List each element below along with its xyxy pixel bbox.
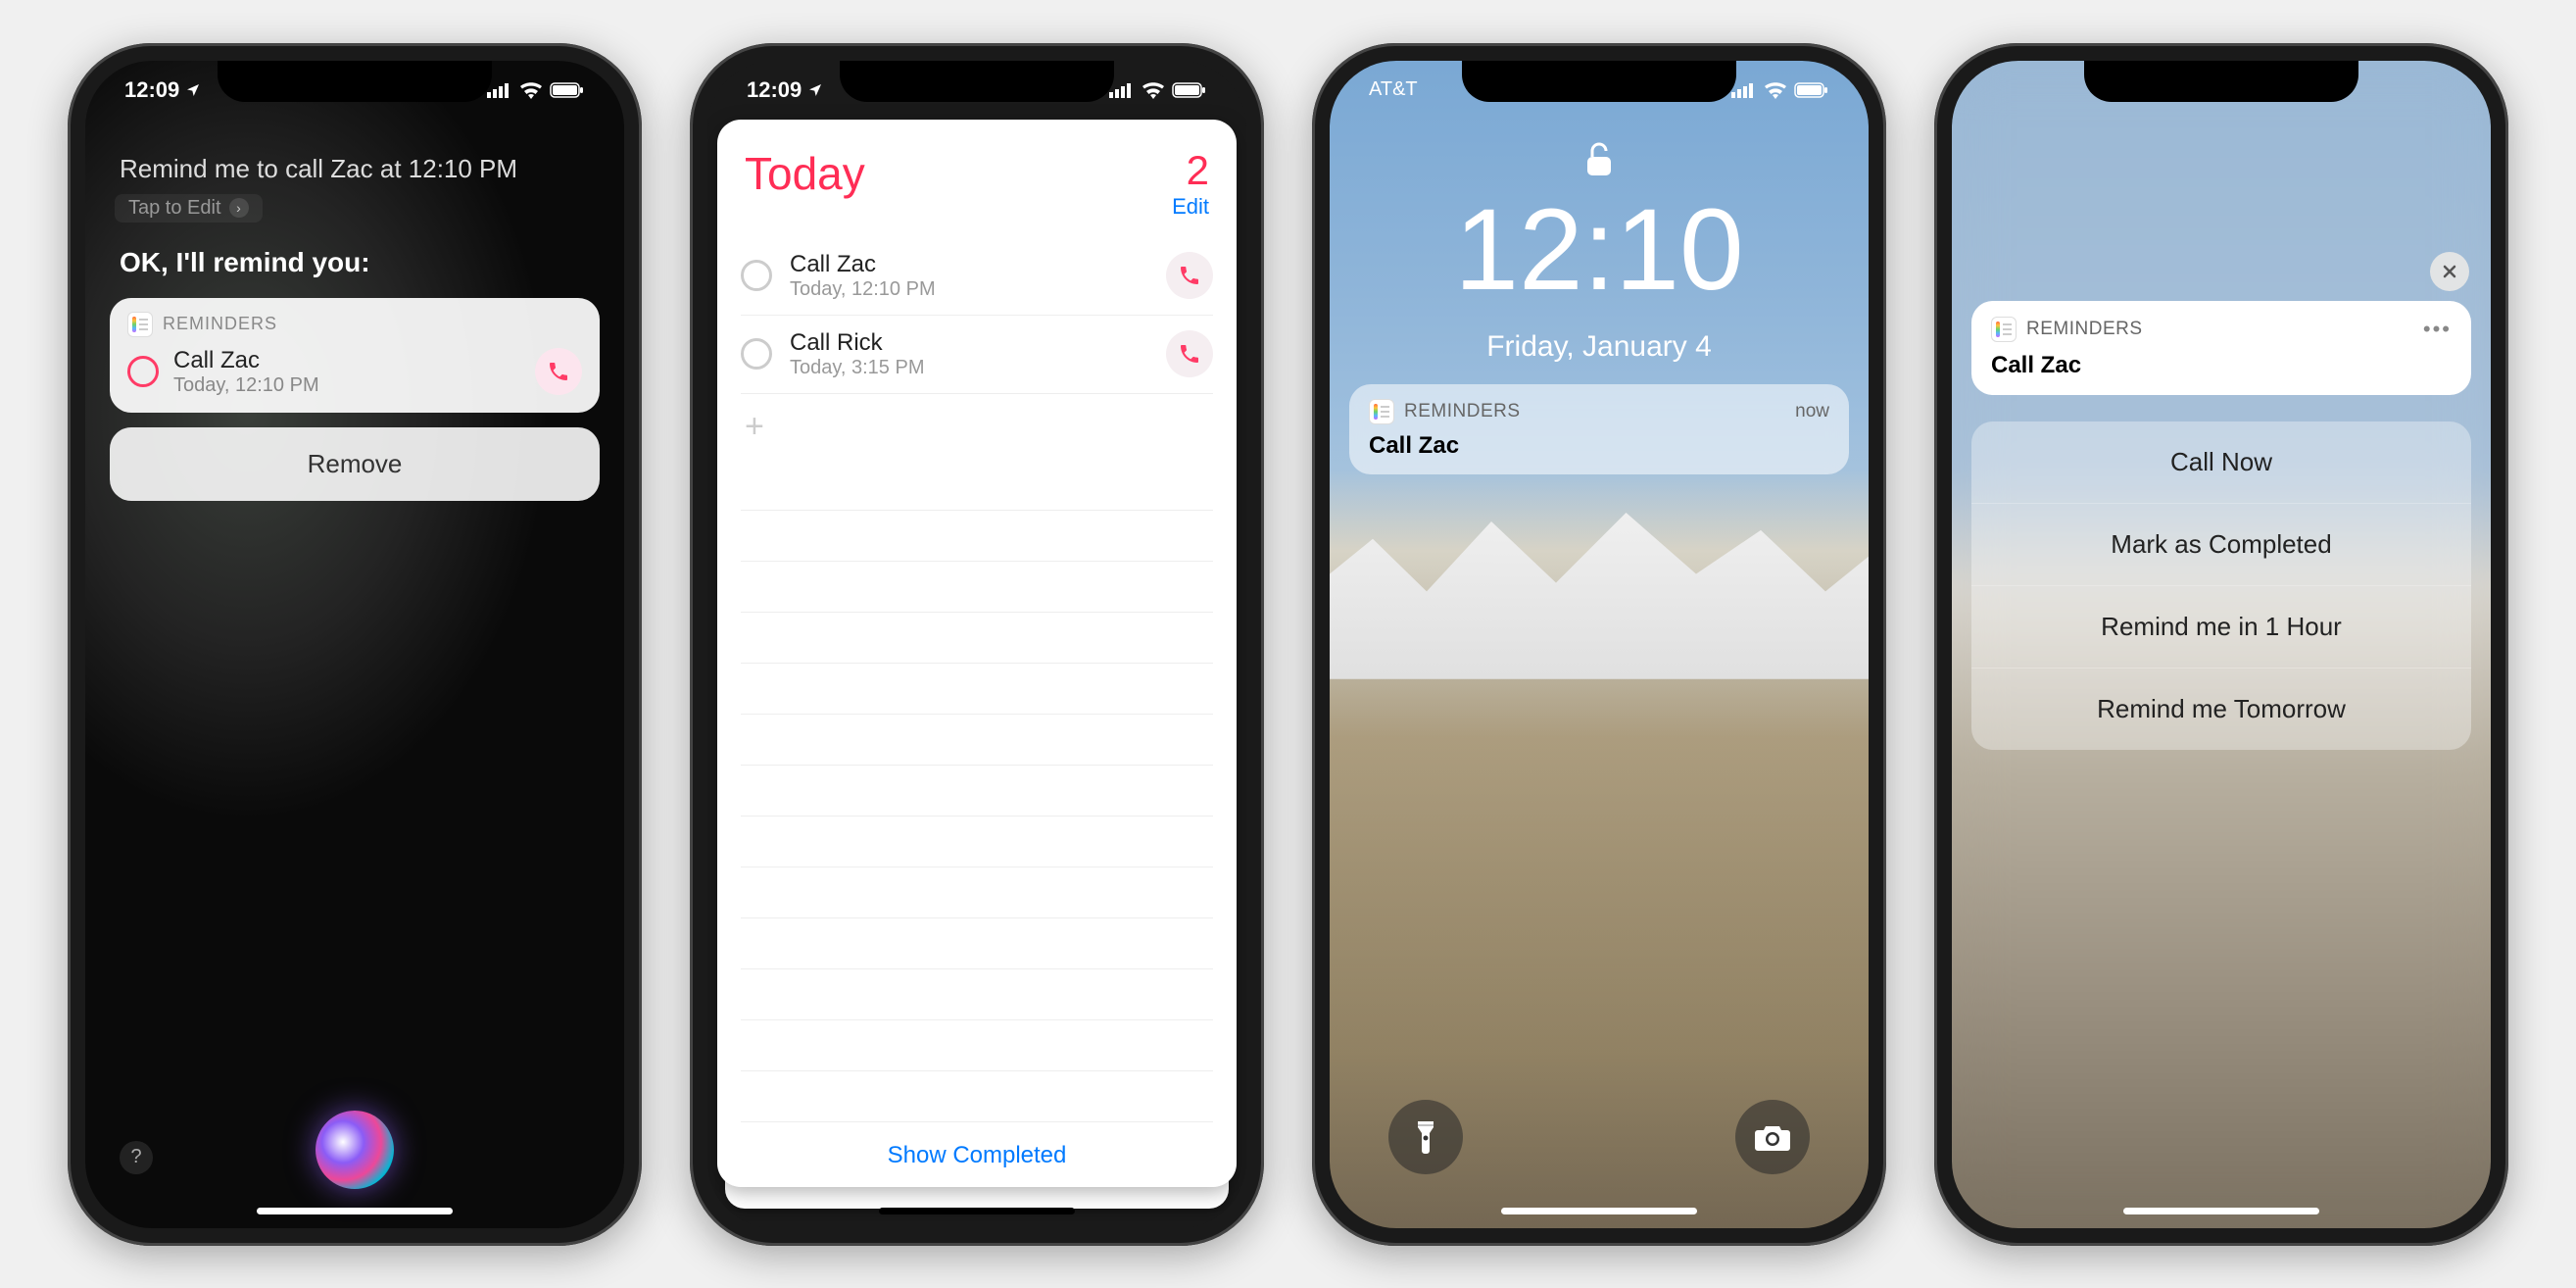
reminder-subtitle: Today, 12:10 PM xyxy=(173,374,520,397)
home-indicator[interactable] xyxy=(1501,1208,1697,1214)
reminder-item-title: Call Zac xyxy=(790,251,1148,278)
home-indicator[interactable] xyxy=(879,1208,1075,1214)
remove-button[interactable]: Remove xyxy=(110,427,600,501)
reminders-app-icon xyxy=(127,312,153,337)
list-title: Today xyxy=(745,147,865,220)
action-call-now[interactable]: Call Now xyxy=(1971,421,2471,504)
action-mark-completed[interactable]: Mark as Completed xyxy=(1971,504,2471,586)
chevron-right-icon: › xyxy=(229,198,249,218)
unlock-icon xyxy=(1584,139,1614,178)
edit-button[interactable]: Edit xyxy=(1172,194,1209,220)
notch xyxy=(840,61,1114,102)
home-indicator[interactable] xyxy=(2123,1208,2319,1214)
notch xyxy=(1462,61,1736,102)
notch xyxy=(218,61,492,102)
action-remind-1-hour[interactable]: Remind me in 1 Hour xyxy=(1971,586,2471,669)
reminder-card[interactable]: REMINDERS Call Zac Today, 12:10 PM xyxy=(110,298,600,413)
wallpaper-mountains xyxy=(1330,504,1869,679)
add-reminder-button[interactable]: + xyxy=(741,394,1213,460)
wifi-icon xyxy=(519,81,543,99)
more-button[interactable]: ••• xyxy=(2423,317,2452,342)
notification-app-label: REMINDERS xyxy=(1404,401,1521,422)
reminder-item-sub: Today, 12:10 PM xyxy=(790,278,1148,301)
notification-title: Call Zac xyxy=(1991,352,2452,379)
tap-to-edit-button[interactable]: Tap to Edit › xyxy=(115,194,263,223)
phone-notification-actions: REMINDERS ••• Call Zac Call Now Mark as … xyxy=(1934,43,2508,1246)
reminders-app-icon xyxy=(1991,317,2017,342)
action-menu: Call Now Mark as Completed Remind me in … xyxy=(1971,421,2471,750)
notification-time: now xyxy=(1795,401,1829,422)
call-button[interactable] xyxy=(1166,252,1213,299)
reminder-item-title: Call Rick xyxy=(790,329,1148,357)
location-icon xyxy=(185,82,201,98)
call-button[interactable] xyxy=(535,348,582,395)
reminders-app-icon xyxy=(1369,399,1394,424)
signal-icon xyxy=(487,82,512,98)
home-indicator[interactable] xyxy=(257,1208,453,1214)
notification-card[interactable]: REMINDERS ••• Call Zac xyxy=(1971,301,2471,395)
action-remind-tomorrow[interactable]: Remind me Tomorrow xyxy=(1971,669,2471,750)
phone-lock-screen: AT&T 12:10 Friday, January 4 xyxy=(1312,43,1886,1246)
phone-icon xyxy=(1178,342,1201,366)
battery-icon xyxy=(1172,81,1207,99)
location-icon xyxy=(807,82,823,98)
flashlight-button[interactable] xyxy=(1388,1100,1463,1174)
signal-icon xyxy=(1731,82,1757,98)
wifi-icon xyxy=(1142,81,1165,99)
status-time: 12:09 xyxy=(124,77,179,103)
reminder-item[interactable]: Call Rick Today, 3:15 PM xyxy=(741,316,1213,394)
call-button[interactable] xyxy=(1166,330,1213,377)
notification-app-label: REMINDERS xyxy=(2026,319,2143,340)
reminder-radio[interactable] xyxy=(741,338,772,370)
camera-icon xyxy=(1754,1122,1791,1152)
reminders-sheet: Today 2 Edit Call Zac Today, 12:10 PM xyxy=(717,120,1237,1187)
battery-icon xyxy=(1794,81,1829,99)
siri-prompt: Remind me to call Zac at 12:10 PM xyxy=(110,154,600,184)
battery-icon xyxy=(550,81,585,99)
lock-date: Friday, January 4 xyxy=(1330,330,1869,364)
notch xyxy=(2084,61,2358,102)
reminder-title: Call Zac xyxy=(173,347,520,374)
reminder-item[interactable]: Call Zac Today, 12:10 PM xyxy=(741,237,1213,316)
phone-icon xyxy=(547,360,570,383)
phone-reminders-app: 12:09 Today xyxy=(690,43,1264,1246)
reminder-count: 2 xyxy=(1172,147,1209,194)
wifi-icon xyxy=(1764,81,1787,99)
flashlight-icon xyxy=(1410,1118,1441,1156)
notification-card[interactable]: REMINDERS now Call Zac xyxy=(1349,384,1849,474)
reminder-radio[interactable] xyxy=(741,260,772,291)
camera-button[interactable] xyxy=(1735,1100,1810,1174)
help-button[interactable]: ? xyxy=(120,1141,153,1174)
card-app-label: REMINDERS xyxy=(163,314,277,334)
notification-title: Call Zac xyxy=(1369,432,1829,460)
lock-time: 12:10 xyxy=(1330,183,1869,317)
plus-icon: + xyxy=(741,408,764,446)
siri-orb-icon[interactable] xyxy=(316,1111,394,1189)
carrier-label: AT&T xyxy=(1369,78,1418,101)
status-time: 12:09 xyxy=(747,77,802,103)
empty-lines xyxy=(741,460,1213,1122)
reminder-item-sub: Today, 3:15 PM xyxy=(790,357,1148,379)
signal-icon xyxy=(1109,82,1135,98)
close-button[interactable] xyxy=(2430,252,2469,291)
phone-icon xyxy=(1178,264,1201,287)
phone-siri: 12:09 Remind me to call Zac at 12:10 xyxy=(68,43,642,1246)
close-icon xyxy=(2441,263,2458,280)
reminder-radio[interactable] xyxy=(127,356,159,387)
siri-response: OK, I'll remind you: xyxy=(120,247,600,278)
show-completed-button[interactable]: Show Completed xyxy=(717,1122,1237,1199)
